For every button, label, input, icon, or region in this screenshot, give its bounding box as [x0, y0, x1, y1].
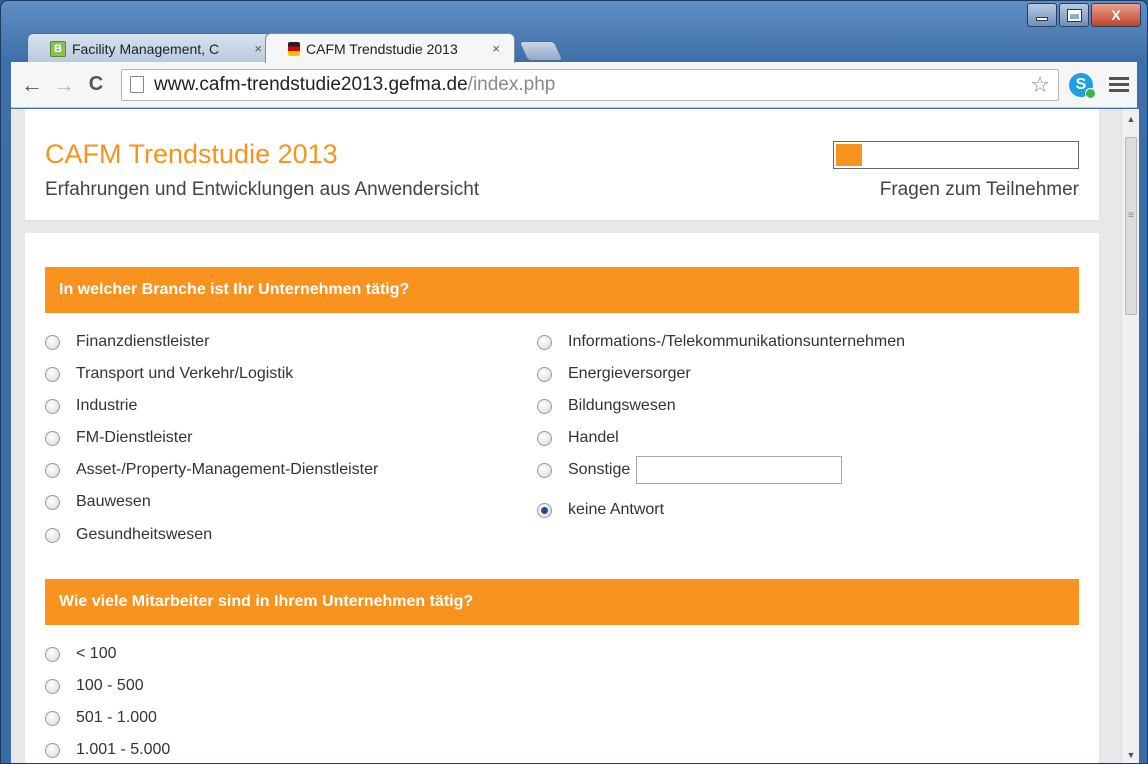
tab-close-icon[interactable]: × [492, 41, 500, 56]
sonstige-input[interactable] [636, 456, 843, 484]
radio-button-selected[interactable] [537, 502, 552, 518]
page-icon [130, 76, 144, 93]
option-under-100[interactable]: < 100 [45, 641, 116, 667]
reload-button[interactable]: C [83, 72, 109, 98]
scrollbar-thumb[interactable] [1125, 137, 1137, 315]
option-100-500[interactable]: 100 - 500 [45, 673, 144, 699]
browser-window: X B Facility Management, C × CAFM Trends… [0, 0, 1148, 764]
option-fm-dienstleister[interactable]: FM-Dienstleister [45, 425, 192, 451]
option-label: 501 - 1.000 [76, 709, 157, 726]
option-label: Informations-/Telekommunikationsunterneh… [568, 333, 906, 350]
option-asset-property[interactable]: Asset-/Property-Management-Dienstleister [45, 457, 378, 483]
radio-button[interactable] [45, 527, 60, 543]
radio-button[interactable] [45, 398, 60, 414]
radio-button[interactable] [45, 742, 60, 758]
option-label: Asset-/Property-Management-Dienstleister [76, 461, 379, 478]
radio-button[interactable] [45, 678, 60, 694]
page-title: CAFM Trendstudie 2013 [45, 139, 338, 169]
radio-button[interactable] [537, 462, 552, 478]
maximize-icon [1066, 8, 1082, 22]
browser-toolbar: ← → C www.cafm-trendstudie2013.gefma.de /… [11, 62, 1137, 108]
page-subtitle: Erfahrungen und Entwicklungen aus Anwend… [45, 179, 480, 200]
back-button[interactable]: ← [19, 72, 45, 98]
radio-button[interactable] [45, 366, 60, 382]
option-industrie[interactable]: Industrie [45, 393, 137, 419]
option-label: keine Antwort [568, 501, 665, 518]
option-label: < 100 [76, 645, 117, 662]
radio-button[interactable] [537, 398, 552, 414]
radio-button[interactable] [45, 710, 60, 726]
option-label: Industrie [76, 397, 138, 414]
option-transport[interactable]: Transport und Verkehr/Logistik [45, 361, 293, 387]
minimize-button[interactable] [1027, 3, 1057, 27]
option-501-1000[interactable]: 501 - 1.000 [45, 705, 157, 731]
option-it-telekommunikation[interactable]: Informations-/Telekommunikationsunterneh… [537, 329, 905, 355]
skype-extension-icon[interactable]: S [1069, 72, 1096, 99]
radio-button[interactable] [45, 494, 60, 510]
option-gesundheitswesen[interactable]: Gesundheitswesen [45, 522, 212, 548]
flag-icon [288, 41, 300, 56]
radio-button[interactable] [45, 462, 60, 478]
tab-close-icon[interactable]: × [254, 41, 262, 56]
radio-button[interactable] [537, 366, 552, 382]
url-host: www.cafm-trendstudie2013.gefma.de [154, 73, 468, 95]
forward-button[interactable]: → [51, 72, 77, 98]
radio-button[interactable] [45, 334, 60, 350]
option-label: Gesundheitswesen [76, 526, 213, 543]
radio-button[interactable] [537, 334, 552, 350]
url-path: /index.php [467, 73, 556, 95]
option-label: Handel [568, 429, 619, 446]
option-label: Bauwesen [76, 493, 151, 510]
option-label: Energieversorger [568, 365, 691, 382]
option-label: Sonstige [568, 461, 631, 478]
option-label: Transport und Verkehr/Logistik [76, 365, 294, 382]
minimize-icon [1036, 17, 1048, 21]
survey-form: In welcher Branche ist Ihr Unternehmen t… [25, 233, 1099, 763]
option-keine-antwort[interactable]: keine Antwort [537, 497, 664, 523]
option-sonstige[interactable]: Sonstige [537, 455, 843, 485]
tab-label: Facility Management, C [72, 40, 220, 57]
radio-button[interactable] [537, 430, 552, 446]
green-b-icon: B [50, 40, 66, 57]
tab-facility-management[interactable]: B Facility Management, C × [27, 33, 277, 63]
maximize-button[interactable] [1059, 3, 1089, 27]
page-header: CAFM Trendstudie 2013 Erfahrungen und En… [25, 109, 1099, 221]
tab-label: CAFM Trendstudie 2013 [306, 40, 458, 57]
option-label: FM-Dienstleister [76, 429, 193, 446]
radio-button[interactable] [45, 430, 60, 446]
address-bar[interactable]: www.cafm-trendstudie2013.gefma.de/index.… [121, 68, 1059, 101]
option-label: 100 - 500 [76, 677, 144, 694]
close-window-button[interactable]: X [1091, 3, 1141, 27]
tab-strip: B Facility Management, C × CAFM Trendstu… [27, 31, 564, 63]
option-bildungswesen[interactable]: Bildungswesen [537, 393, 676, 419]
progress-bar [833, 141, 1079, 169]
option-handel[interactable]: Handel [537, 425, 619, 451]
option-energieversorger[interactable]: Energieversorger [537, 361, 691, 387]
window-controls: X [1027, 3, 1141, 27]
radio-button[interactable] [45, 646, 60, 662]
tab-cafm-trendstudie[interactable]: CAFM Trendstudie 2013 × [265, 33, 515, 63]
option-label: Bildungswesen [568, 397, 676, 414]
bookmark-star-icon[interactable]: ☆ [1030, 72, 1050, 98]
option-label: Finanzdienstleister [76, 333, 210, 350]
option-bauwesen[interactable]: Bauwesen [45, 489, 151, 515]
option-finanzdienstleister[interactable]: Finanzdienstleister [45, 329, 209, 355]
vertical-scrollbar[interactable]: ▲ ▼ [1121, 109, 1139, 763]
progress-fill [836, 144, 863, 166]
page-viewport: CAFM Trendstudie 2013 Erfahrungen und En… [11, 109, 1139, 763]
option-label: 1.001 - 5.000 [76, 741, 171, 758]
question-header-mitarbeiter: Wie viele Mitarbeiter sind in Ihrem Unte… [45, 579, 1079, 625]
progress-label: Fragen zum Teilnehmer [879, 179, 1079, 200]
menu-icon[interactable] [1109, 77, 1129, 92]
scroll-up-icon[interactable]: ▲ [1122, 111, 1139, 127]
question-header-branche: In welcher Branche ist Ihr Unternehmen t… [45, 267, 1079, 313]
option-1001-5000[interactable]: 1.001 - 5.000 [45, 737, 170, 763]
new-tab-button[interactable] [518, 41, 564, 61]
scroll-down-icon[interactable]: ▼ [1122, 747, 1139, 763]
